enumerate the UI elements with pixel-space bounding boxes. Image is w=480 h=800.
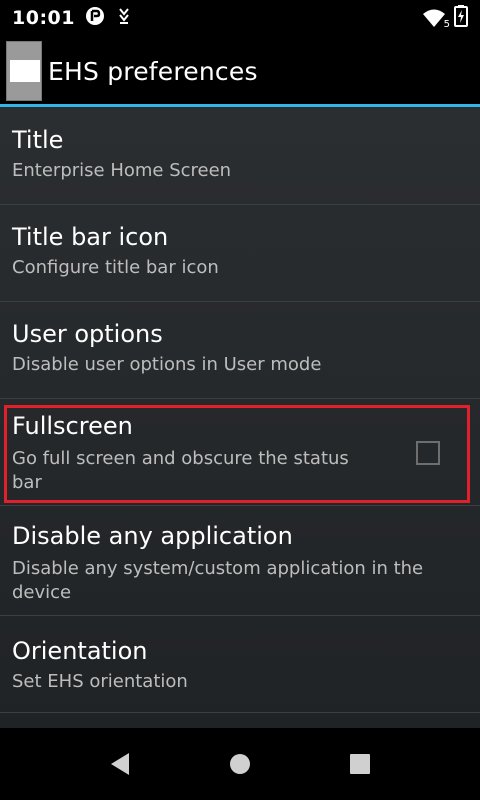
home-icon xyxy=(230,754,250,774)
pref-title-bar-icon-summary: Configure title bar icon xyxy=(12,257,219,278)
divider xyxy=(0,204,480,205)
pref-user-options-summary: Disable user options in User mode xyxy=(12,354,322,375)
divider xyxy=(0,301,480,302)
pref-title-bar-icon-label: Title bar icon xyxy=(12,223,169,251)
divider xyxy=(0,615,480,616)
wifi-badge: 5 xyxy=(443,19,450,30)
pref-disable-app-label: Disable any application xyxy=(12,522,293,550)
page-title: EHS preferences xyxy=(48,56,258,86)
pref-disable-any-application[interactable]: Disable any application Disable any syst… xyxy=(0,521,480,605)
pref-title-label: Title xyxy=(12,126,64,154)
pref-title-summary: Enterprise Home Screen xyxy=(12,160,232,181)
recents-icon xyxy=(350,754,370,774)
notification-icon xyxy=(85,6,105,30)
pref-disable-app-summary-2: device xyxy=(12,582,72,603)
pref-title-bar-icon[interactable]: Title bar icon Configure title bar icon xyxy=(0,222,480,280)
highlight-box xyxy=(4,405,470,503)
pref-user-options[interactable]: User options Disable user options in Use… xyxy=(0,319,480,377)
download-icon xyxy=(117,7,131,29)
divider xyxy=(0,712,480,713)
wifi-icon: 5 xyxy=(422,8,450,30)
pref-orientation[interactable]: Orientation Set EHS orientation xyxy=(0,636,480,694)
home-button[interactable] xyxy=(180,728,300,800)
battery-charging-icon xyxy=(454,5,468,31)
divider xyxy=(0,398,480,399)
preference-list: Title Enterprise Home Screen Title bar i… xyxy=(0,107,480,728)
pref-title[interactable]: Title Enterprise Home Screen xyxy=(0,125,480,183)
recents-button[interactable] xyxy=(300,728,420,800)
pref-disable-app-summary: Disable any system/custom application in… xyxy=(12,558,424,579)
nav-bar xyxy=(0,728,480,800)
divider xyxy=(0,505,480,506)
app-icon xyxy=(6,41,42,101)
back-icon xyxy=(111,753,129,775)
status-bar: 10:01 5 xyxy=(0,0,480,36)
pref-user-options-label: User options xyxy=(12,320,163,348)
back-button[interactable] xyxy=(60,728,180,800)
status-time: 10:01 xyxy=(12,7,75,29)
pref-orientation-summary: Set EHS orientation xyxy=(12,671,188,692)
action-bar: EHS preferences xyxy=(0,36,480,106)
pref-orientation-label: Orientation xyxy=(12,637,148,665)
